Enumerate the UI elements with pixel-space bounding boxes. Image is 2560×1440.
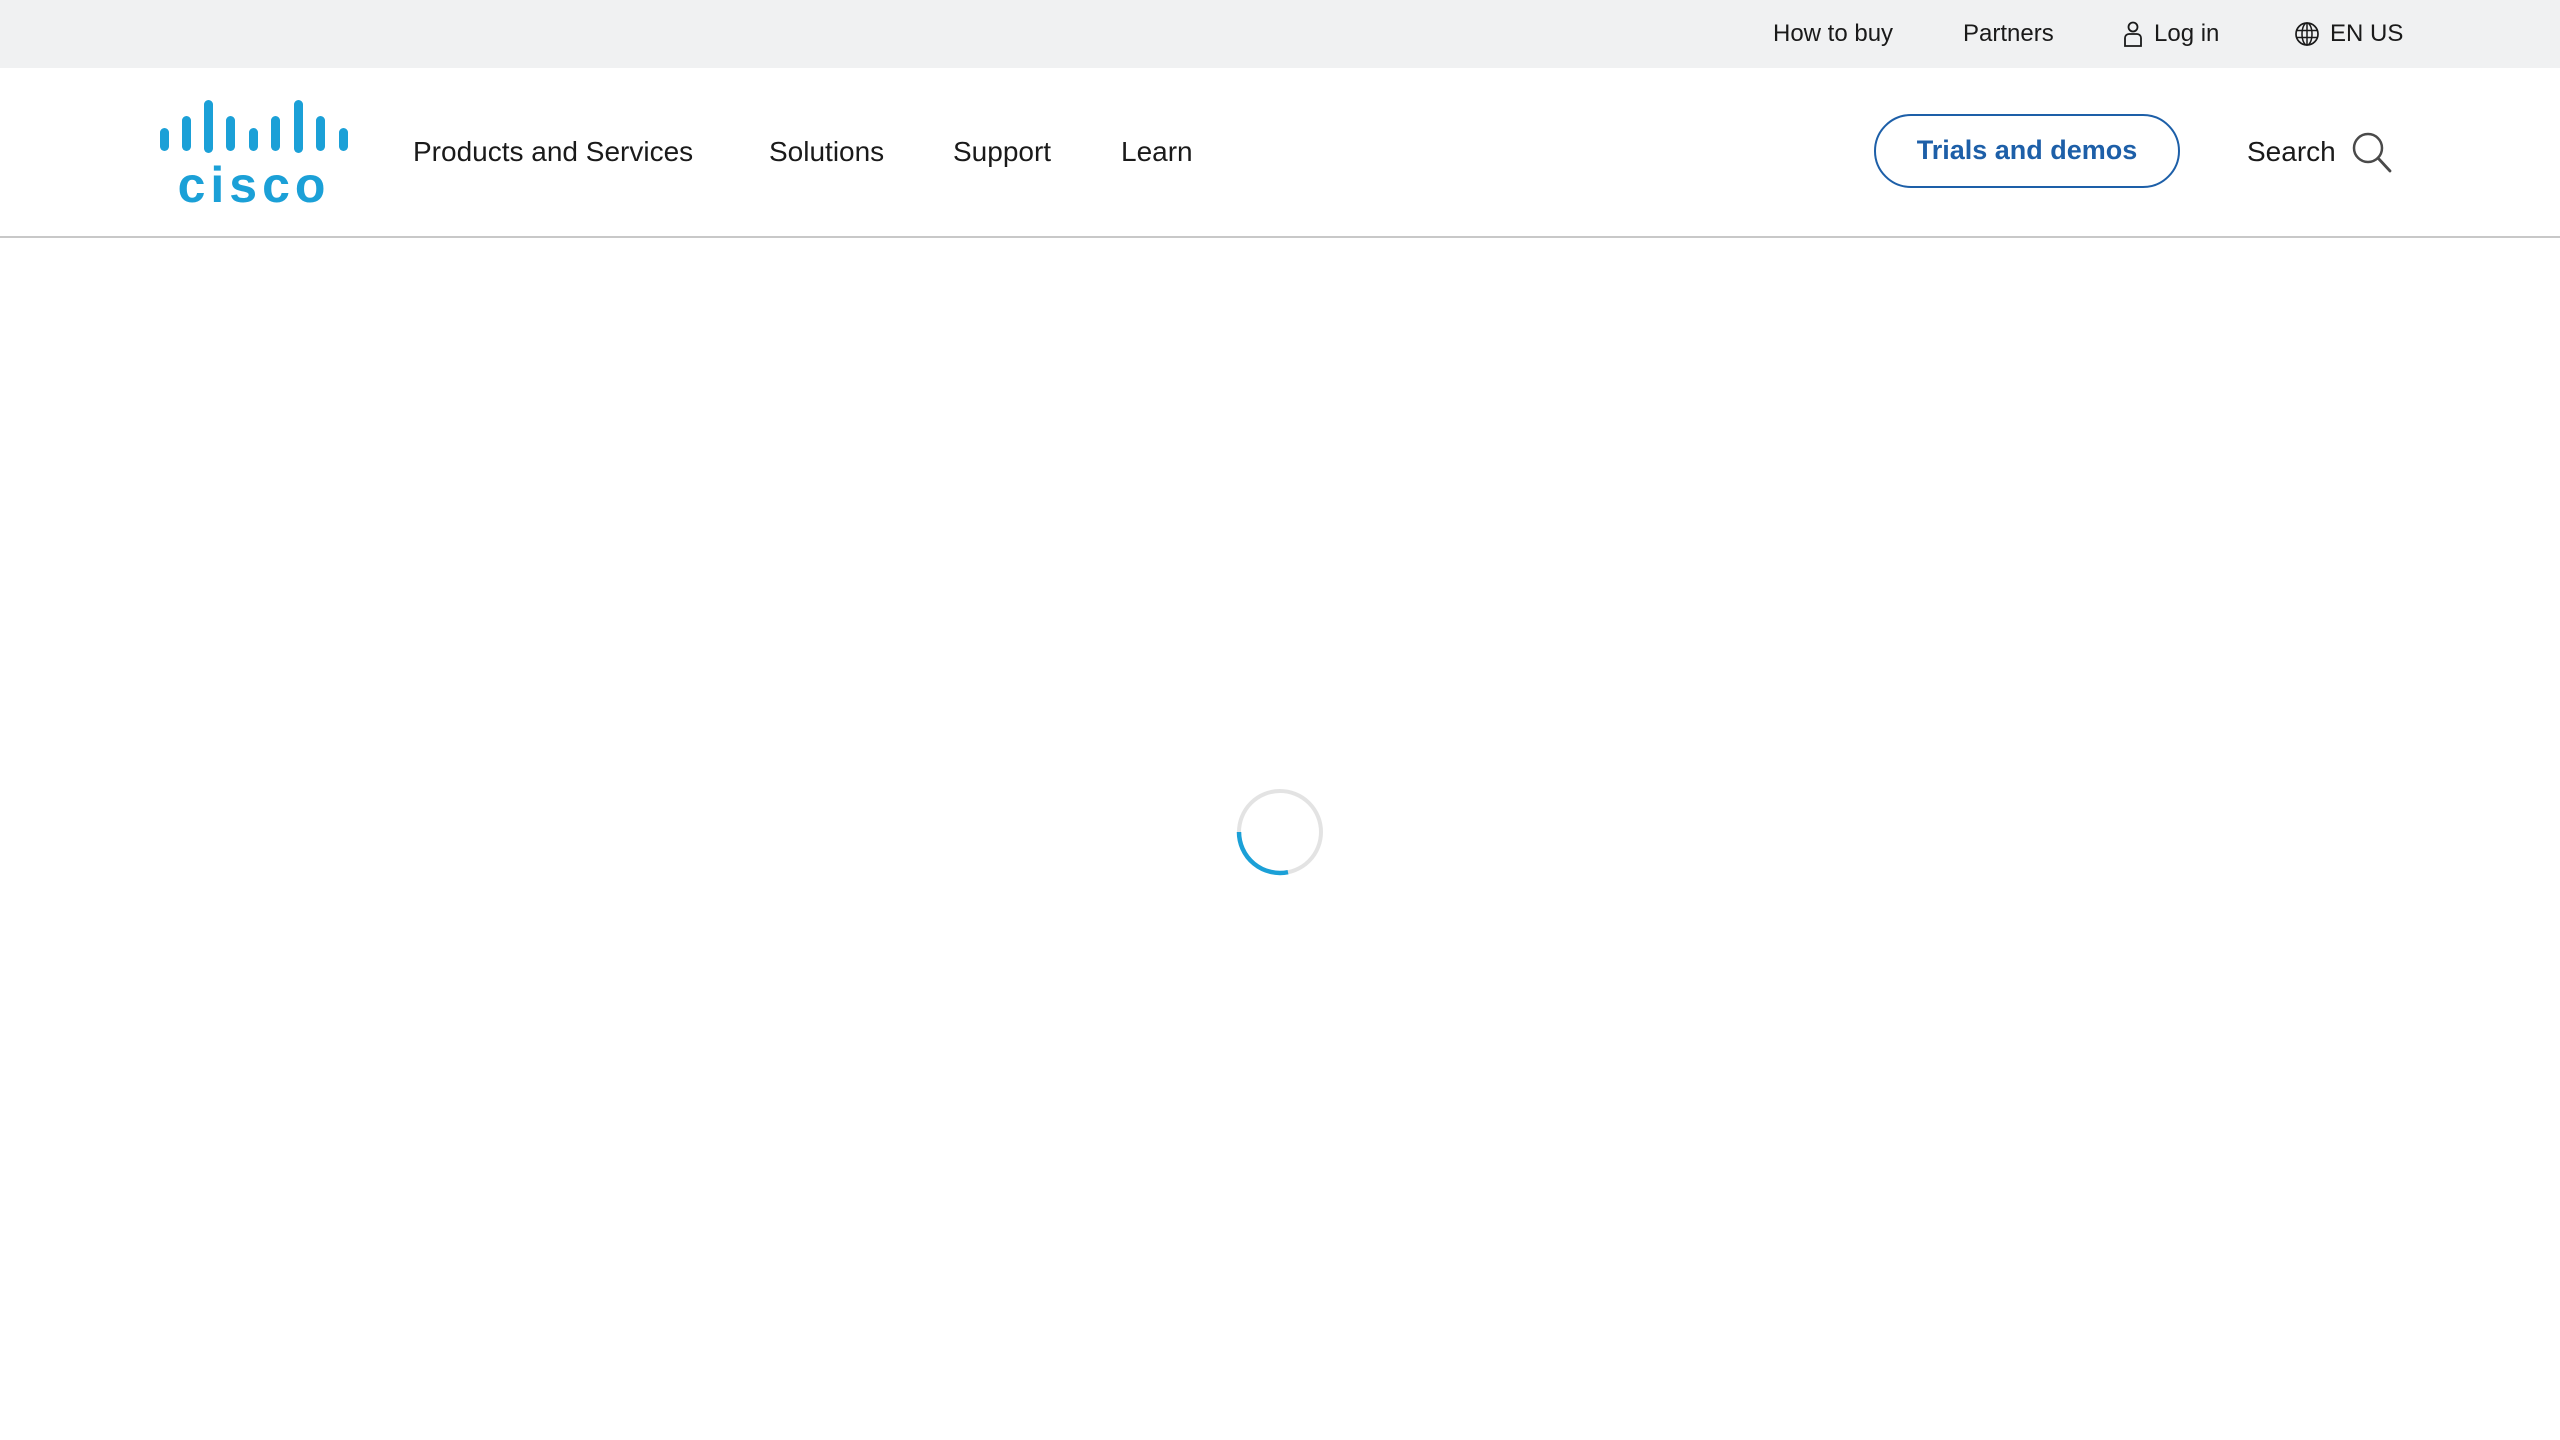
- nav-solutions[interactable]: Solutions: [769, 68, 884, 236]
- nav-label: Solutions: [769, 136, 885, 167]
- nav-support[interactable]: Support: [953, 68, 1051, 236]
- nav-label: Learn: [1121, 136, 1193, 167]
- nav-products-and-services[interactable]: Products and Services: [413, 68, 693, 236]
- log-in-label: Log in: [2154, 20, 2220, 47]
- nav-learn[interactable]: Learn: [1121, 68, 1193, 236]
- page-content: [0, 238, 2560, 1440]
- cisco-wordmark: cisco: [178, 157, 331, 206]
- spinner-arc: [1236, 831, 1289, 876]
- cisco-logo-icon: cisco: [160, 100, 348, 213]
- loading-spinner-icon: [1236, 789, 1323, 876]
- trials-and-demos-label: Trials and demos: [1916, 134, 2138, 165]
- user-icon: [2124, 21, 2142, 47]
- how-to-buy-label: How to buy: [1773, 20, 1894, 47]
- main-header: cisco Products and Services Solutions Su…: [0, 68, 2560, 238]
- partners-link[interactable]: Partners: [1963, 0, 2054, 68]
- globe-icon: [2295, 22, 2319, 46]
- nav-label: Support: [953, 136, 1052, 167]
- search-label: Search: [2247, 136, 2336, 167]
- nav-label: Products and Services: [413, 136, 694, 167]
- log-in-link[interactable]: Log in: [2122, 0, 2219, 68]
- partners-label: Partners: [1963, 20, 2054, 47]
- how-to-buy-link[interactable]: How to buy: [1773, 0, 1893, 68]
- utility-bar: How to buy Partners Log in EN US: [0, 0, 2560, 68]
- trials-and-demos-button[interactable]: Trials and demos: [1874, 114, 2180, 188]
- search-button[interactable]: Search: [2247, 68, 2394, 236]
- cisco-logo[interactable]: cisco: [158, 100, 352, 213]
- search-icon: [2352, 132, 2392, 173]
- locale-selector[interactable]: EN US: [2294, 0, 2403, 68]
- locale-label: EN US: [2330, 20, 2404, 47]
